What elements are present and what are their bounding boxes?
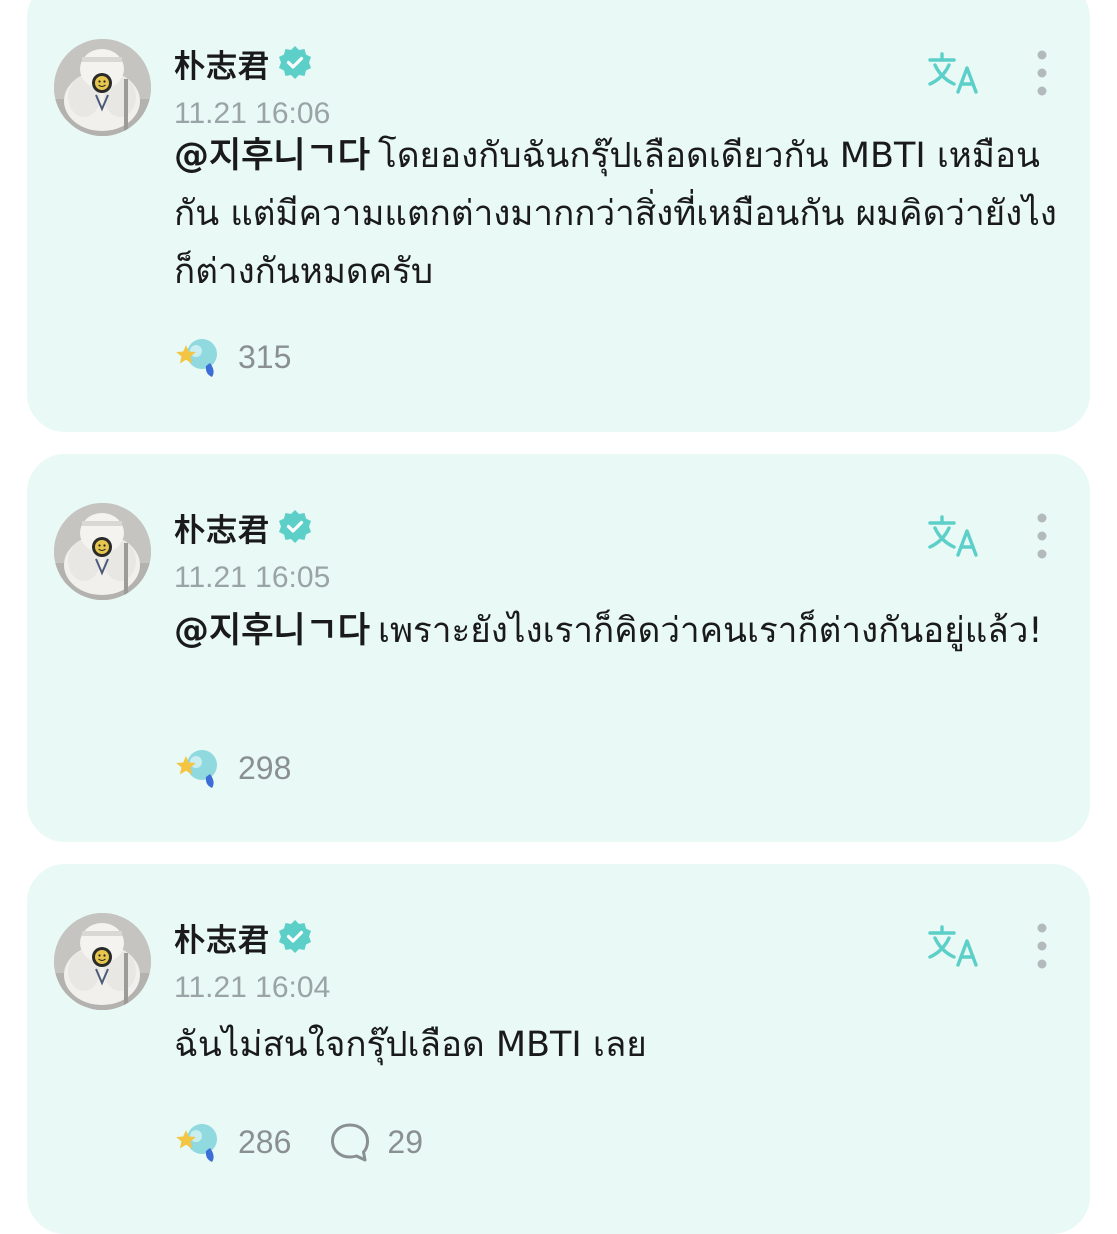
comment-count: 29: [387, 1123, 423, 1160]
reaction-button[interactable]: 315: [174, 333, 291, 381]
avatar-image: [54, 39, 151, 136]
mention-link[interactable]: @지후니ㄱ다: [174, 611, 370, 651]
author-row: 朴志君: [174, 915, 314, 960]
post-card[interactable]: 朴志君 11.21 16:05 @지후니ㄱ다 เพราะยังไงเราก็คิด…: [27, 454, 1090, 842]
verified-badge-icon: [276, 508, 314, 546]
star-heart-reaction-icon: [174, 744, 222, 792]
avatar-image: [54, 503, 151, 600]
post-timestamp: 11.21 16:05: [174, 561, 331, 594]
star-heart-reaction-icon: [174, 333, 222, 381]
post-card[interactable]: 朴志君 11.21 16:04 ฉันไม่สนใจกรุ๊ปเลือด MBT…: [27, 864, 1090, 1234]
avatar[interactable]: [54, 913, 151, 1010]
reaction-button[interactable]: 298: [174, 744, 291, 792]
author-row: 朴志君: [174, 41, 314, 86]
comment-bubble-icon: [329, 1121, 371, 1163]
post-timestamp: 11.21 16:06: [174, 97, 331, 130]
reaction-count: 298: [238, 749, 292, 786]
translate-icon[interactable]: [924, 48, 984, 98]
post-body: เพราะยังไงเราก็คิดว่าคนเราก็ต่างกันอยู่แ…: [378, 611, 1043, 651]
post-text: ฉันไม่สนใจกรุ๊ปเลือด MBTI เลย: [174, 1016, 1074, 1074]
more-vertical-icon[interactable]: [1027, 48, 1057, 98]
verified-badge-icon: [276, 918, 314, 956]
translate-icon[interactable]: [924, 921, 984, 971]
post-text: @지후니ㄱ다 เพราะยังไงเราก็คิดว่าคนเราก็ต่างกั…: [174, 602, 1074, 660]
author-row: 朴志君: [174, 505, 314, 550]
avatar[interactable]: [54, 503, 151, 600]
comment-button[interactable]: 29: [329, 1121, 423, 1163]
post-body: ฉันไม่สนใจกรุ๊ปเลือด MBTI เลย: [174, 1025, 647, 1065]
reaction-count: 315: [238, 338, 292, 375]
translate-icon[interactable]: [924, 511, 984, 561]
verified-badge-icon: [276, 44, 314, 82]
reaction-bar: 298: [174, 744, 291, 792]
author-name[interactable]: 朴志君: [174, 505, 270, 550]
more-vertical-icon[interactable]: [1027, 921, 1057, 971]
mention-link[interactable]: @지후니ㄱ다: [174, 136, 370, 176]
star-heart-reaction-icon: [174, 1118, 222, 1166]
author-name[interactable]: 朴志君: [174, 41, 270, 86]
avatar[interactable]: [54, 39, 151, 136]
reaction-bar: 315: [174, 333, 291, 381]
avatar-image: [54, 913, 151, 1010]
reaction-button[interactable]: 286: [174, 1118, 291, 1166]
reaction-count: 286: [238, 1123, 292, 1160]
post-text: @지후니ㄱ다 โดยองกับฉันกรุ๊ปเลือดเดียวกัน MBTI…: [174, 127, 1074, 301]
post-card[interactable]: 朴志君 11.21 16:06 @지후니ㄱ다 โดยองกับฉันกรุ๊ปเล…: [27, 0, 1090, 432]
more-vertical-icon[interactable]: [1027, 511, 1057, 561]
reaction-bar: 286 29: [174, 1118, 423, 1166]
author-name[interactable]: 朴志君: [174, 915, 270, 960]
post-timestamp: 11.21 16:04: [174, 971, 331, 1004]
